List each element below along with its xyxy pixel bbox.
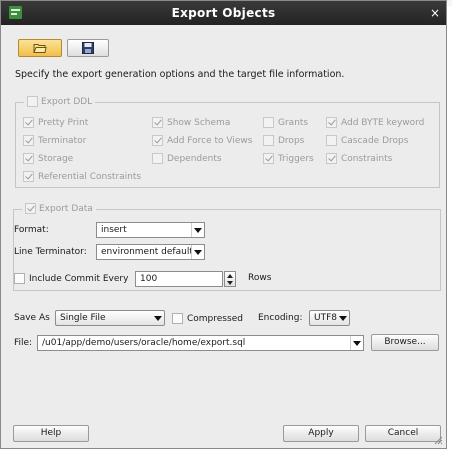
- add-force-to-views-label: Add Force to Views: [167, 135, 253, 146]
- file-path-input[interactable]: /u01/app/demo/users/oracle/home/export.s…: [37, 335, 364, 351]
- compressed-option[interactable]: Compressed: [172, 313, 243, 324]
- include-commit-label: Include Commit Every: [29, 273, 129, 284]
- save-file-button[interactable]: [67, 39, 109, 57]
- grants-label: Grants: [278, 117, 309, 128]
- encoding-value: UTF8: [314, 313, 337, 323]
- add-byte-keyword-option[interactable]: Add BYTE keyword: [326, 117, 424, 128]
- save-as-select[interactable]: Single File: [55, 310, 165, 326]
- line-terminator-value: environment default: [101, 247, 193, 257]
- format-select[interactable]: insert: [96, 222, 205, 238]
- file-label: File:: [14, 338, 33, 348]
- terminator-checkbox[interactable]: [23, 135, 34, 146]
- include-commit-option[interactable]: Include Commit Every: [14, 273, 128, 284]
- export-objects-dialog: Export Objects × Specify the export gene…: [0, 0, 447, 449]
- commit-rows-stepper[interactable]: [224, 271, 236, 287]
- storage-checkbox[interactable]: [23, 153, 34, 164]
- add-byte-keyword-checkbox[interactable]: [326, 117, 337, 128]
- browse-button[interactable]: Browse...: [371, 334, 439, 351]
- line-terminator-label: Line Terminator:: [14, 247, 87, 257]
- encoding-label: Encoding:: [258, 313, 303, 323]
- commit-rows-input[interactable]: 100: [135, 271, 223, 287]
- rows-label: Rows: [248, 273, 272, 283]
- save-floppy-icon: [82, 42, 94, 54]
- commit-rows-value: 100: [140, 274, 158, 284]
- help-button[interactable]: Help: [13, 425, 89, 442]
- pretty-print-label: Pretty Print: [38, 117, 89, 128]
- referential-constraints-option[interactable]: Referential Constraints: [23, 171, 141, 182]
- grants-option[interactable]: Grants: [263, 117, 308, 128]
- export-ddl-label: Export DDL: [41, 96, 93, 107]
- format-label: Format:: [14, 225, 49, 235]
- save-as-value: Single File: [60, 313, 106, 323]
- file-path-value: /u01/app/demo/users/oracle/home/export.s…: [42, 338, 246, 348]
- folder-open-icon: [33, 44, 47, 53]
- export-data-checkbox[interactable]: [25, 203, 36, 214]
- cancel-button[interactable]: Cancel: [365, 425, 441, 442]
- show-schema-label: Show Schema: [167, 117, 231, 128]
- drops-checkbox[interactable]: [263, 135, 274, 146]
- add-force-to-views-option[interactable]: Add Force to Views: [152, 135, 252, 146]
- pretty-print-checkbox[interactable]: [23, 117, 34, 128]
- storage-label: Storage: [38, 153, 74, 164]
- open-file-button[interactable]: [18, 39, 62, 57]
- add-force-to-views-checkbox[interactable]: [152, 135, 163, 146]
- encoding-select[interactable]: UTF8: [309, 310, 350, 326]
- dialog-title: Export Objects: [171, 6, 276, 20]
- apply-button[interactable]: Apply: [283, 425, 359, 442]
- compressed-checkbox[interactable]: [172, 313, 183, 324]
- dependents-checkbox[interactable]: [152, 153, 163, 164]
- chevron-down-icon: [191, 223, 204, 237]
- dependents-label: Dependents: [167, 153, 222, 164]
- cascade-drops-label: Cascade Drops: [341, 135, 409, 146]
- chevron-down-icon: [152, 311, 164, 325]
- constraints-option[interactable]: Constraints: [326, 153, 392, 164]
- dependents-option[interactable]: Dependents: [152, 153, 222, 164]
- pretty-print-option[interactable]: Pretty Print: [23, 117, 88, 128]
- triggers-checkbox[interactable]: [263, 153, 274, 164]
- line-terminator-select[interactable]: environment default: [96, 244, 205, 260]
- constraints-label: Constraints: [341, 153, 393, 164]
- export-data-label: Export Data: [39, 203, 93, 214]
- terminator-label: Terminator: [38, 135, 87, 146]
- referential-constraints-checkbox[interactable]: [23, 171, 34, 182]
- triggers-option[interactable]: Triggers: [263, 153, 314, 164]
- show-schema-checkbox[interactable]: [152, 117, 163, 128]
- add-byte-keyword-label: Add BYTE keyword: [341, 117, 425, 128]
- terminator-option[interactable]: Terminator: [23, 135, 86, 146]
- format-value: insert: [101, 225, 127, 235]
- decrement-icon: [227, 281, 233, 285]
- compressed-label: Compressed: [187, 313, 243, 324]
- referential-constraints-label: Referential Constraints: [38, 171, 142, 182]
- include-commit-checkbox[interactable]: [14, 273, 25, 284]
- close-icon[interactable]: ×: [430, 6, 440, 20]
- grants-checkbox[interactable]: [263, 117, 274, 128]
- instructions-text: Specify the export generation options an…: [15, 69, 345, 80]
- drops-option[interactable]: Drops: [263, 135, 304, 146]
- cascade-drops-checkbox[interactable]: [326, 135, 337, 146]
- chevron-down-icon: [191, 245, 204, 259]
- storage-option[interactable]: Storage: [23, 153, 73, 164]
- drops-label: Drops: [278, 135, 305, 146]
- export-ddl-checkbox[interactable]: [27, 96, 38, 107]
- title-bar[interactable]: Export Objects ×: [1, 1, 446, 25]
- triggers-label: Triggers: [278, 153, 314, 164]
- constraints-checkbox[interactable]: [326, 153, 337, 164]
- show-schema-option[interactable]: Show Schema: [152, 117, 230, 128]
- chevron-down-icon: [350, 336, 363, 350]
- increment-icon: [227, 274, 233, 278]
- cascade-drops-option[interactable]: Cascade Drops: [326, 135, 408, 146]
- save-as-label: Save As: [14, 313, 50, 323]
- resize-grip-icon[interactable]: [434, 436, 443, 445]
- chevron-down-icon: [337, 311, 349, 325]
